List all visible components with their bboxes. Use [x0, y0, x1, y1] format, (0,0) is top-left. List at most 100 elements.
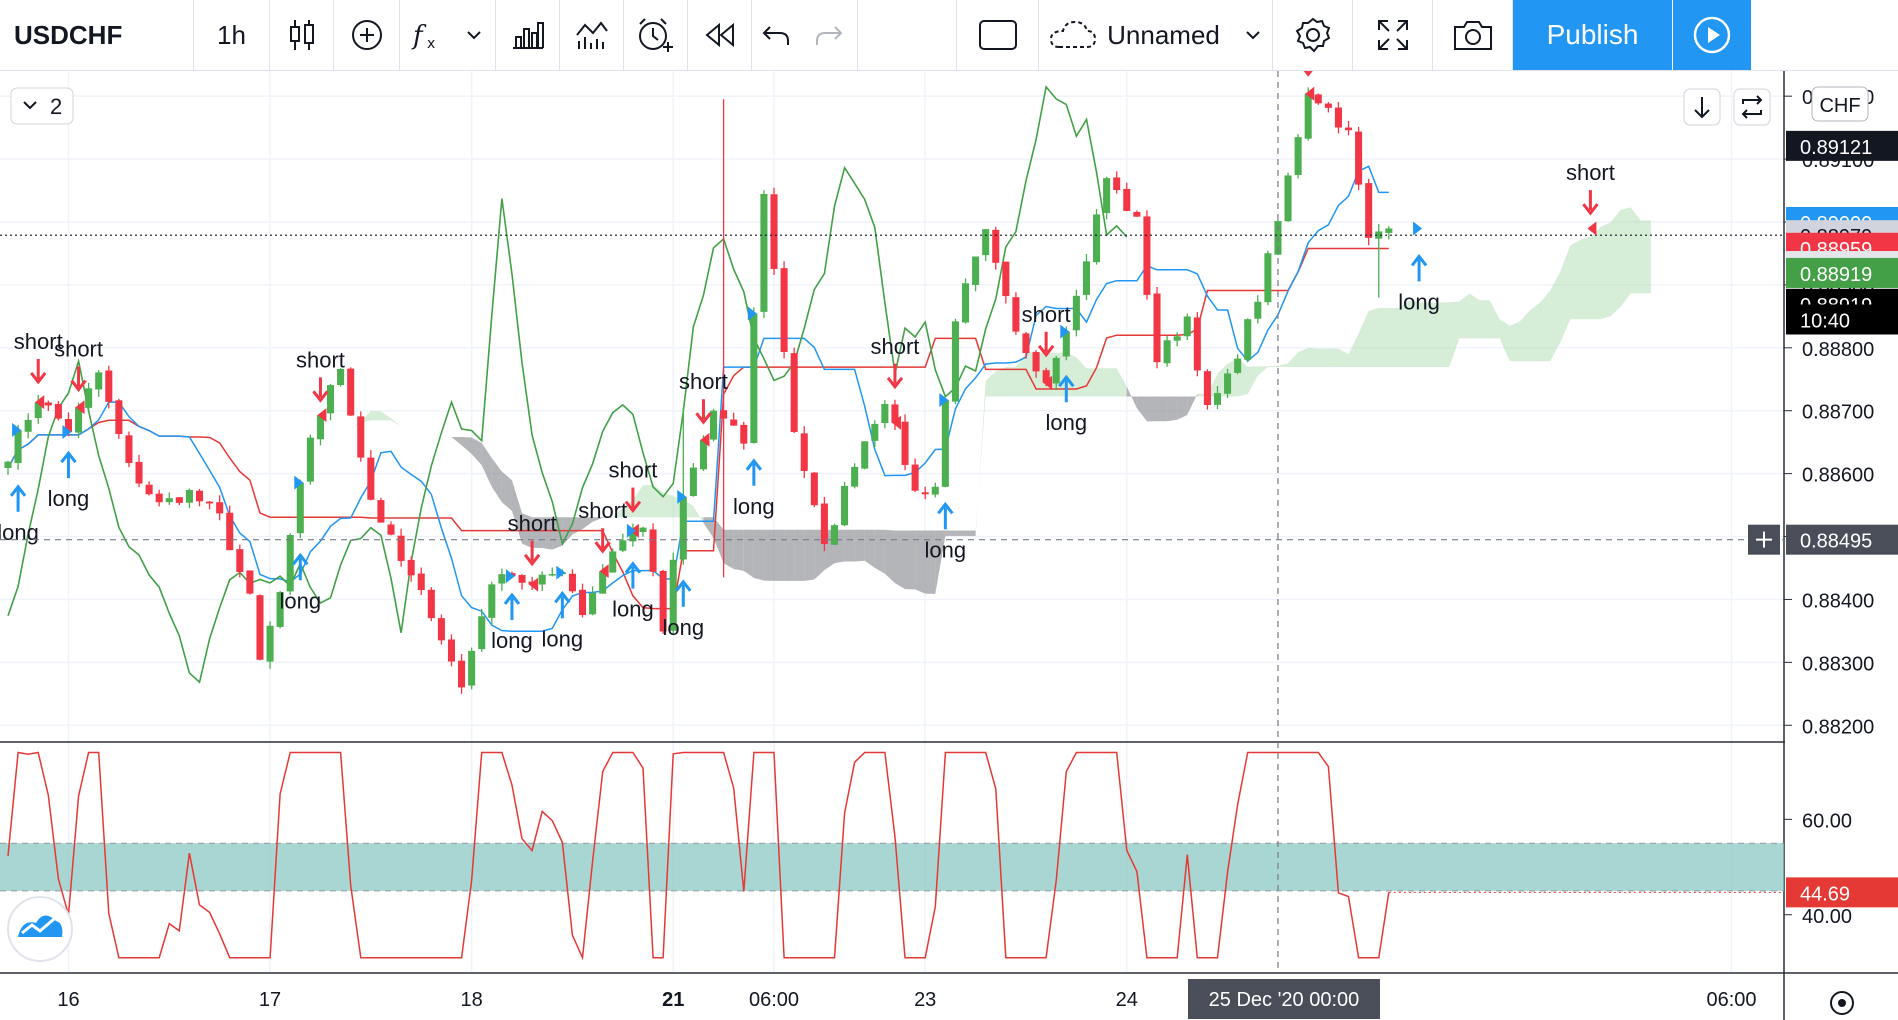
layout-menu-button[interactable]: Unnamed: [1039, 0, 1273, 70]
candle-body: [841, 485, 849, 526]
compare-symbol-button[interactable]: [334, 0, 400, 70]
alert-button[interactable]: [624, 0, 688, 70]
camera-icon: [1453, 21, 1492, 50]
cloud-segment: [723, 529, 734, 570]
candle-body: [357, 416, 365, 458]
chart-canvas[interactable]: short short long long short long short short sho…: [0, 71, 1898, 1020]
settings-button[interactable]: [1273, 0, 1353, 70]
cloud-segment: [1267, 365, 1278, 368]
candle-body: [1183, 316, 1191, 337]
cloud-segment: [1318, 348, 1329, 368]
candle-body: [1103, 178, 1111, 214]
time-tick-label: 23: [914, 989, 936, 1011]
candle-body: [236, 549, 244, 573]
candle-body: [1022, 333, 1030, 354]
candle-body: [710, 410, 718, 440]
cloud-segment: [1439, 302, 1450, 368]
candle-body: [155, 493, 163, 503]
candle-body: [1254, 301, 1262, 319]
candle-body: [1284, 175, 1292, 222]
short-label: short: [608, 458, 657, 483]
scroll-down-button[interactable]: [1683, 88, 1721, 126]
chart-settings-button[interactable]: [1830, 991, 1854, 1015]
chevron-down-icon: [466, 31, 481, 40]
candle-body: [578, 589, 587, 616]
templates-button[interactable]: [560, 0, 624, 70]
cloud-segment: [1146, 396, 1158, 422]
select-tool-button[interactable]: [957, 0, 1039, 70]
candle-body: [639, 527, 647, 532]
compare-button[interactable]: [496, 0, 560, 70]
cloud-segment: [370, 411, 381, 421]
cloud-segment: [1187, 393, 1198, 416]
cloud-segment: [975, 380, 986, 536]
cloud-segment: [884, 529, 895, 584]
candle-body: [135, 461, 143, 484]
replay-button[interactable]: [688, 0, 752, 70]
interval-button[interactable]: 1h: [194, 0, 270, 70]
candle-body: [871, 423, 879, 441]
fullscreen-icon: [1377, 20, 1408, 50]
long-label: long: [542, 626, 584, 651]
candle-body: [699, 439, 707, 470]
time-tick-label: 24: [1116, 989, 1138, 1011]
play-button[interactable]: [1673, 0, 1751, 70]
candle-body: [4, 461, 12, 468]
candle-body: [1304, 93, 1312, 139]
long-marker-icon: [1413, 221, 1423, 236]
candle-body: [941, 399, 949, 487]
cloud-segment: [1157, 396, 1168, 422]
chart-type-button[interactable]: [270, 0, 334, 70]
cloud-segment: [854, 529, 865, 562]
auto-scale-button[interactable]: [1733, 88, 1771, 126]
cloud-segment: [743, 529, 754, 578]
cloud-segment: [1489, 300, 1500, 339]
long-label: long: [1398, 289, 1440, 314]
cloud-segment: [1358, 310, 1369, 368]
cloud-segment: [481, 443, 492, 487]
panel-collapse-button[interactable]: 2: [10, 87, 74, 125]
short-arrow-icon: [30, 358, 47, 385]
publish-button[interactable]: Publish: [1513, 0, 1673, 70]
long-label: long: [0, 520, 39, 545]
cloud-segment: [1529, 302, 1541, 362]
cloud-segment: [1600, 222, 1611, 320]
chevron-down-icon: [1246, 31, 1260, 40]
tradingview-logo: [7, 896, 73, 962]
indicators-button[interactable]: f x: [400, 0, 496, 70]
short-marker-icon: [529, 577, 539, 592]
long-marker-icon: [556, 565, 566, 580]
symbol-search-button[interactable]: USDCHF: [0, 0, 194, 70]
candle-body: [921, 492, 929, 495]
long-label: long: [733, 494, 775, 519]
candle-body: [730, 419, 738, 426]
cloud-segment: [753, 529, 764, 581]
long-arrow-icon: [503, 592, 521, 620]
candle-body: [1082, 261, 1090, 295]
candle-body: [851, 466, 859, 487]
price-label: 0.89121: [1800, 137, 1872, 159]
time-tick-label: 21: [662, 989, 684, 1011]
currency-button[interactable]: CHF: [1811, 86, 1869, 122]
redo-button[interactable]: [800, 0, 858, 70]
cloud-segment: [1620, 207, 1631, 307]
cloud-segment: [1167, 396, 1178, 422]
candle-body: [750, 313, 758, 444]
long-label: long: [1046, 410, 1088, 435]
cloud-segment: [632, 485, 643, 518]
fullscreen-button[interactable]: [1353, 0, 1433, 70]
cloud-segment: [844, 529, 855, 562]
price-tick-label: 0.88300: [1802, 653, 1874, 675]
play-icon: [1693, 16, 1731, 54]
svg-text:x: x: [427, 36, 435, 52]
alert-icon: [638, 18, 673, 52]
time-tick-label: 18: [461, 989, 483, 1011]
candle-body: [437, 618, 445, 641]
long-label: long: [925, 537, 967, 562]
snapshot-button[interactable]: [1433, 0, 1513, 70]
cloud-segment: [1449, 301, 1460, 368]
candle-body: [720, 410, 728, 419]
undo-button[interactable]: [752, 0, 800, 70]
time-tick-label: 06:00: [749, 989, 799, 1011]
cloud-segment: [1590, 226, 1601, 320]
